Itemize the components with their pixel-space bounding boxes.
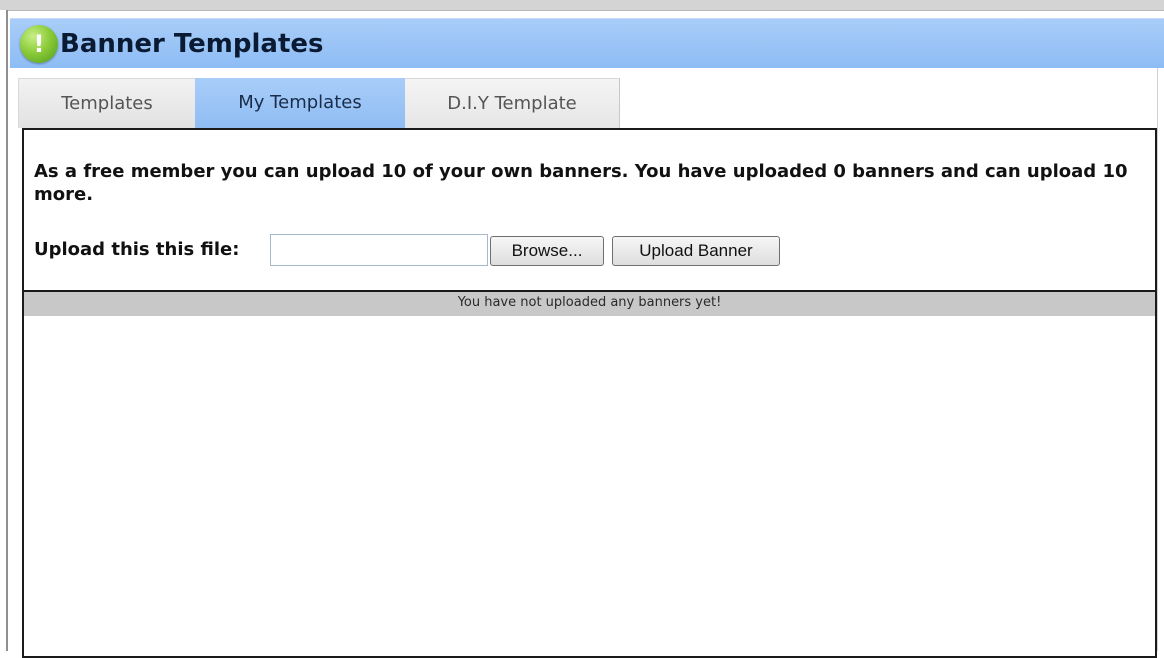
top-strip: [0, 0, 1164, 11]
tab-templates[interactable]: Templates: [18, 78, 195, 128]
info-badge-glyph: !: [33, 30, 45, 58]
upload-quota-notice: As a free member you can upload 10 of yo…: [34, 161, 1128, 205]
banner-list-header: You have not uploaded any banners yet!: [24, 290, 1155, 316]
right-rail: [1157, 68, 1164, 651]
app-window: ! Banner Templates Templates My Template…: [0, 0, 1164, 658]
page-title: Banner Templates: [60, 29, 324, 59]
upload-file-label: Upload this this file:: [34, 239, 240, 260]
tab-diy-template[interactable]: D.I.Y Template: [405, 78, 620, 128]
left-rail: [0, 10, 8, 651]
info-badge-icon: !: [20, 25, 58, 63]
upload-file-input[interactable]: [270, 234, 488, 266]
browse-button[interactable]: Browse...: [490, 236, 604, 266]
tab-my-templates[interactable]: My Templates: [195, 78, 405, 128]
empty-banners-message: You have not uploaded any banners yet!: [457, 295, 722, 310]
upload-banner-button[interactable]: Upload Banner: [612, 236, 780, 266]
content-panel: As a free member you can upload 10 of yo…: [22, 128, 1157, 658]
title-bar: ! Banner Templates: [10, 18, 1164, 68]
